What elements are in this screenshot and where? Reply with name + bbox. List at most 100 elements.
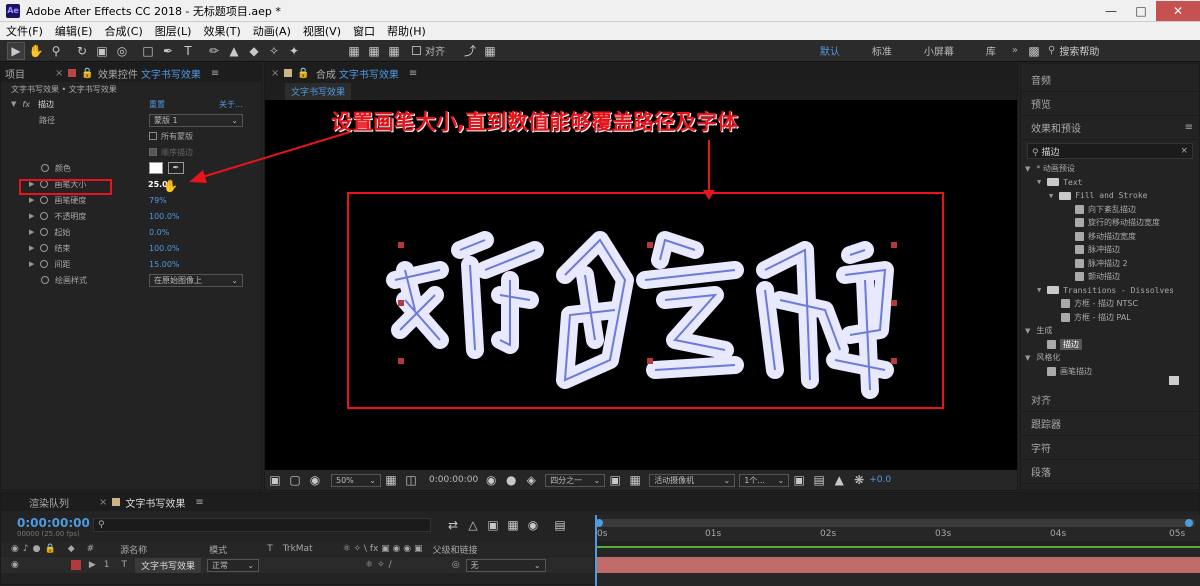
parent-dropdown[interactable]: 无 ⌄	[465, 558, 546, 572]
channel-icon[interactable]: ◈	[522, 471, 540, 489]
tree-item[interactable]: 方框 - 描边 PAL	[1025, 311, 1199, 325]
menu-layer[interactable]: 图层(L)	[149, 23, 198, 39]
playhead[interactable]	[595, 515, 597, 586]
tab-project[interactable]: 项目	[5, 66, 25, 81]
character-panel-tab[interactable]: 字符	[1021, 436, 1199, 460]
tree-item[interactable]: 旋行的移动描边宽度	[1025, 216, 1199, 230]
reset-link[interactable]: 重置	[149, 99, 165, 110]
tree-item-selected[interactable]: 描边	[1025, 338, 1199, 352]
parent-header[interactable]: 父级和链接	[432, 543, 477, 556]
audio-panel-tab[interactable]: 音频	[1021, 68, 1199, 92]
snap-icon[interactable]: ⤴	[461, 42, 479, 60]
menu-file[interactable]: 文件(F)	[0, 23, 49, 39]
effects-presets-header[interactable]: 效果和预设 ≡	[1021, 116, 1199, 140]
fast-preview-icon[interactable]: ▣	[790, 471, 808, 489]
tab-effect-controls-layer[interactable]: 文字书写效果	[141, 66, 201, 81]
tree-item[interactable]: ▼ 生成	[1025, 324, 1199, 338]
stopwatch-icon[interactable]	[41, 276, 49, 284]
collapse-switch-icon[interactable]: ✧	[377, 560, 385, 570]
stopwatch-icon[interactable]	[40, 228, 49, 236]
menu-animation[interactable]: 动画(A)	[247, 23, 297, 39]
workspace-default[interactable]: 默认	[804, 43, 856, 58]
align-panel-tab[interactable]: 对齐	[1021, 388, 1199, 412]
pick-whip-icon[interactable]: ◎	[452, 560, 460, 570]
world-axis-icon[interactable]: ▦	[365, 42, 383, 60]
tab-effect-controls[interactable]: 效果控件	[98, 66, 138, 81]
pan-behind-tool-icon[interactable]: ◎	[113, 42, 131, 60]
roto-brush-tool-icon[interactable]: ✧	[265, 42, 283, 60]
comp-subtab[interactable]: 文字书写效果	[285, 82, 352, 100]
hand-tool-icon[interactable]: ✋	[27, 42, 45, 60]
expand-triangle-icon[interactable]: ▶	[29, 212, 34, 220]
work-area-bar[interactable]	[595, 541, 1200, 545]
menu-effect[interactable]: 效果(T)	[197, 23, 246, 39]
help-search-box[interactable]: ⚲ 搜索帮助	[1044, 43, 1194, 59]
layer-row[interactable]: ◉ ▶ 1 T 文字书写效果 正常 ⌄ ⚛ ✧ / ◎ 无 ⌄	[1, 557, 593, 573]
rectangle-tool-icon[interactable]: □	[139, 42, 157, 60]
camera-tool-icon[interactable]: ▣	[93, 42, 111, 60]
panel-menu-icon[interactable]: ≡	[195, 497, 203, 508]
layer-label-color[interactable]	[70, 560, 81, 570]
expand-triangle-icon[interactable]: ▼	[1025, 165, 1030, 173]
paint-style-dropdown[interactable]: 在原始图像上 ⌄	[149, 273, 243, 287]
brush-hardness-value[interactable]: 79%	[149, 196, 167, 205]
panel-menu-icon[interactable]: ≡	[1185, 122, 1193, 133]
expand-triangle-icon[interactable]: ▼	[1037, 178, 1041, 186]
preview-panel-tab[interactable]: 预览	[1021, 92, 1199, 116]
panel-menu-icon[interactable]: ≡	[409, 68, 417, 79]
close-tab-icon[interactable]: ×	[271, 68, 279, 79]
type-tool-icon[interactable]: T	[179, 42, 197, 60]
layer-name[interactable]: 文字书写效果	[135, 557, 202, 573]
workspace-small-screen[interactable]: 小屏幕	[908, 43, 970, 58]
seq-stroke-checkbox[interactable]	[149, 148, 157, 156]
expand-triangle-icon[interactable]: ▶	[89, 560, 96, 570]
reset-exposure-icon[interactable]: ❋	[850, 471, 868, 489]
stopwatch-icon[interactable]	[40, 212, 49, 220]
expand-triangle-icon[interactable]: ▶	[29, 228, 34, 236]
about-link[interactable]: 关于...	[219, 99, 243, 110]
tree-item[interactable]: ▼ * 动画预设	[1025, 162, 1199, 176]
paragraph-panel-tab[interactable]: 段落	[1021, 460, 1199, 484]
shy-icon[interactable]: ▣	[484, 516, 502, 534]
tree-item[interactable]: ▼ Text	[1025, 176, 1199, 190]
lock-icon[interactable]: 🔒	[297, 68, 309, 79]
tree-item[interactable]: 脉冲描边 2	[1025, 257, 1199, 271]
flowchart-icon[interactable]: ▲	[830, 471, 848, 489]
tree-item[interactable]: 颤动描边	[1025, 270, 1199, 284]
stopwatch-icon[interactable]	[40, 196, 49, 204]
end-value[interactable]: 100.0%	[149, 244, 180, 253]
expand-triangle-icon[interactable]: ▼	[1037, 286, 1041, 294]
close-tab-icon[interactable]: ×	[55, 68, 63, 79]
views-dropdown[interactable]: 1个... ⌄	[739, 473, 790, 487]
stopwatch-icon[interactable]	[40, 244, 49, 252]
menu-window[interactable]: 窗口	[347, 23, 381, 39]
eyedropper-icon[interactable]: ✒	[168, 162, 184, 174]
tracker-panel-tab[interactable]: 跟踪器	[1021, 412, 1199, 436]
maximize-icon[interactable]: □	[1126, 1, 1156, 21]
tree-item[interactable]: 向下紊乱描边	[1025, 203, 1199, 217]
lock-icon[interactable]: 🔒	[81, 68, 93, 79]
timeline-timecode[interactable]: 0:00:00:00	[17, 516, 90, 530]
tree-item[interactable]: 脉冲描边	[1025, 243, 1199, 257]
tree-item[interactable]: 移动描边宽度	[1025, 230, 1199, 244]
zoom-dropdown[interactable]: 50% ⌄	[331, 473, 381, 487]
workspace-libraries[interactable]: 库	[970, 43, 1012, 58]
blend-mode-dropdown[interactable]: 正常 ⌄	[207, 558, 260, 572]
motion-blur-icon[interactable]: ◉	[524, 516, 542, 534]
clear-search-icon[interactable]: ×	[1180, 146, 1188, 156]
local-axis-icon[interactable]: ▦	[345, 42, 363, 60]
menu-view[interactable]: 视图(V)	[297, 23, 347, 39]
snap-options-icon[interactable]: ▦	[481, 42, 499, 60]
menu-composition[interactable]: 合成(C)	[98, 23, 148, 39]
comp-mini-flowchart-icon[interactable]: ⇄	[444, 516, 462, 534]
tab-composition[interactable]: 合成	[316, 66, 336, 81]
tab-timeline-comp[interactable]: 文字书写效果	[125, 495, 185, 510]
brush-tool-icon[interactable]: ✏	[205, 42, 223, 60]
shy-switch-icon[interactable]: ⚛	[365, 560, 373, 570]
all-masks-checkbox[interactable]	[149, 132, 157, 140]
panel-menu-icon[interactable]: ≡	[211, 68, 219, 79]
stopwatch-icon[interactable]	[40, 260, 49, 268]
view-axis-icon[interactable]: ▦	[385, 42, 403, 60]
new-preset-icon[interactable]	[1169, 376, 1179, 385]
rotate-tool-icon[interactable]: ↻	[73, 42, 91, 60]
